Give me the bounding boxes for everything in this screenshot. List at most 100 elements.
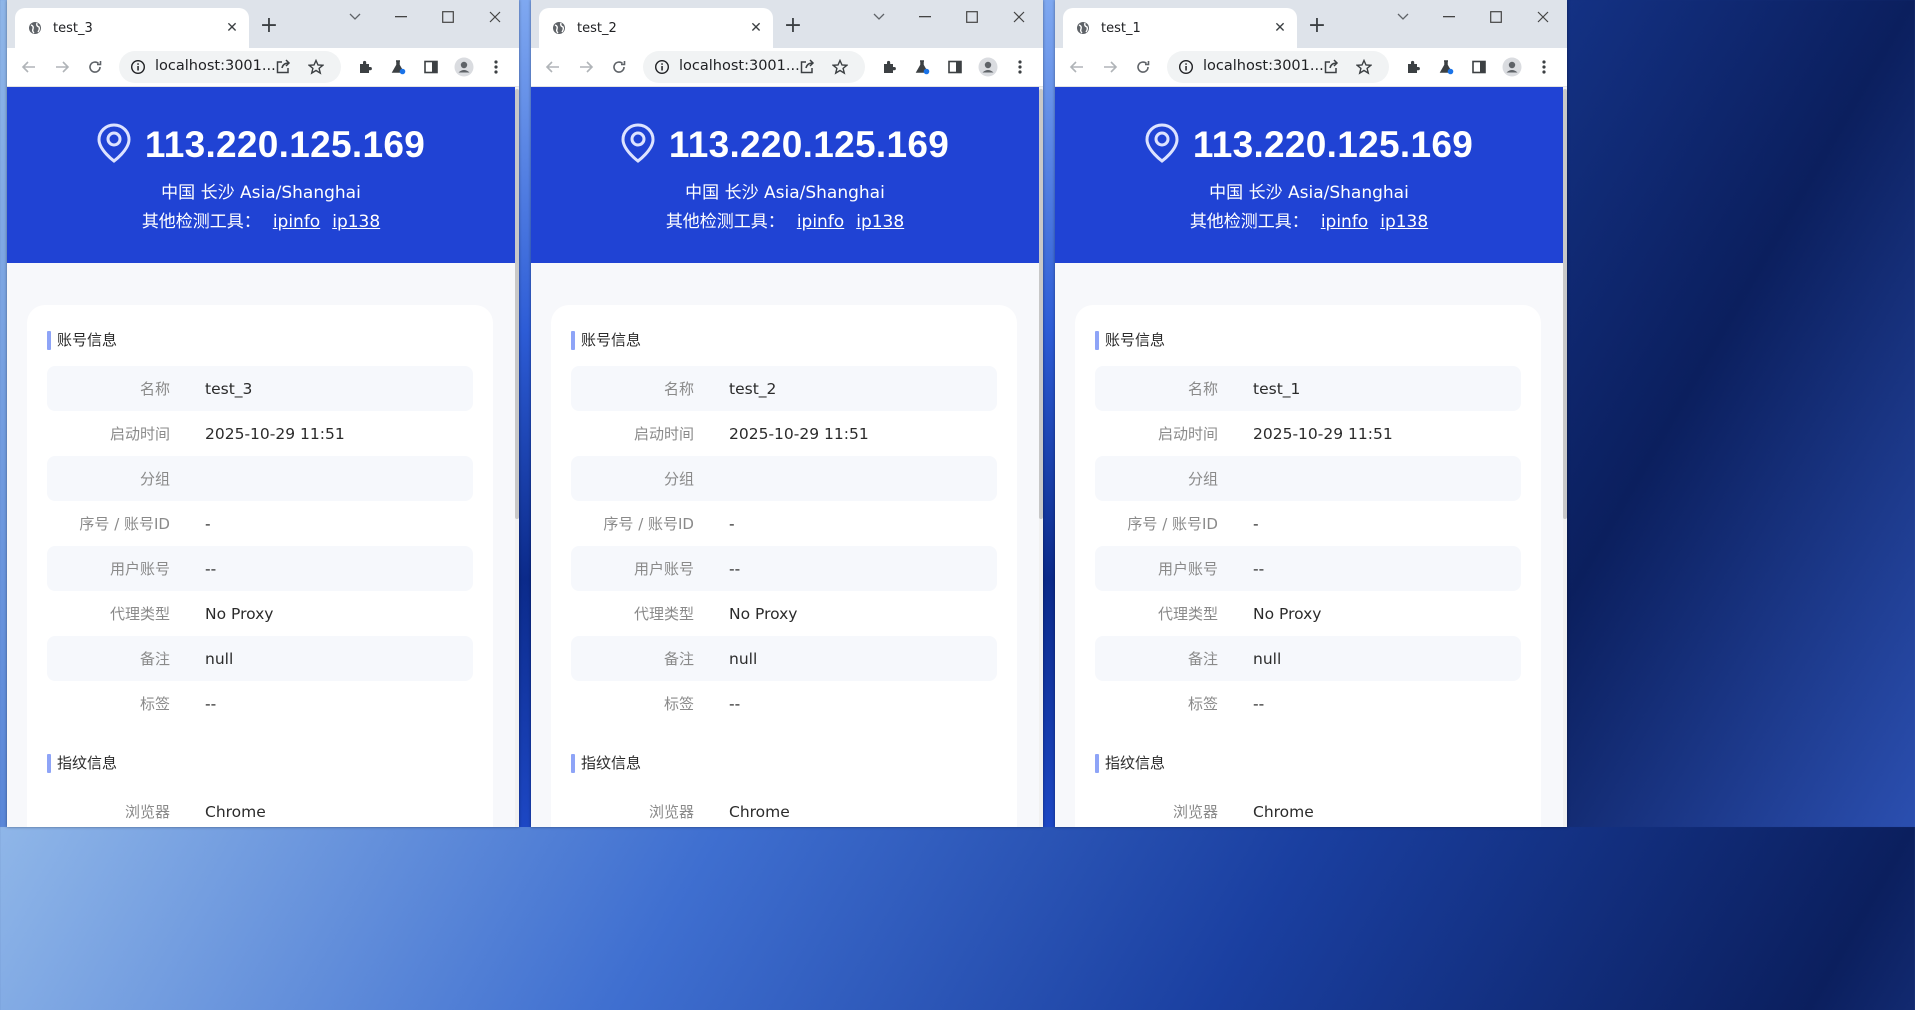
ip-address: 113.220.125.169: [1192, 124, 1474, 165]
minimize-icon[interactable]: [1435, 4, 1463, 30]
ipinfo-link[interactable]: ipinfo: [1321, 212, 1368, 232]
address-bar[interactable]: localhost:3001...: [119, 51, 341, 83]
close-window-icon[interactable]: [1005, 4, 1033, 30]
close-window-icon[interactable]: [481, 4, 509, 30]
profile-icon[interactable]: [977, 56, 999, 78]
row-value: null: [1253, 649, 1282, 668]
row-value: 2025-10-29 11:51: [205, 424, 345, 443]
extensions-icon[interactable]: [1402, 56, 1424, 78]
reload-icon[interactable]: [608, 56, 630, 78]
account-section-title: 账号信息: [571, 330, 641, 350]
ip138-link[interactable]: ip138: [332, 212, 380, 232]
row-value: 2025-10-29 11:51: [729, 424, 869, 443]
info-row: 分组: [1095, 456, 1521, 501]
back-icon[interactable]: [542, 56, 564, 78]
share-icon[interactable]: [1320, 56, 1342, 78]
page-content: 113.220.125.169 中国 长沙 Asia/Shanghai 其他检测…: [531, 87, 1039, 827]
reload-icon[interactable]: [1132, 56, 1154, 78]
browser-tab[interactable]: test_1 ✕: [1063, 8, 1297, 48]
menu-icon[interactable]: [1533, 56, 1555, 78]
info-row: 启动时间 2025-10-29 11:51: [571, 411, 997, 456]
address-bar[interactable]: localhost:3001...: [1167, 51, 1389, 83]
ip138-link[interactable]: ip138: [856, 212, 904, 232]
minimize-icon[interactable]: [387, 4, 415, 30]
chevron-down-icon[interactable]: [1389, 4, 1417, 30]
maximize-icon[interactable]: [958, 4, 986, 30]
reload-icon[interactable]: [84, 56, 106, 78]
row-label: 序号 / 账号ID: [79, 515, 170, 533]
flask-icon[interactable]: [911, 56, 933, 78]
extensions-icon[interactable]: [878, 56, 900, 78]
forward-icon[interactable]: [51, 56, 73, 78]
close-window-icon[interactable]: [1529, 4, 1557, 30]
forward-icon[interactable]: [575, 56, 597, 78]
back-icon[interactable]: [18, 56, 40, 78]
maximize-icon[interactable]: [434, 4, 462, 30]
map-pin-icon: [1145, 123, 1179, 167]
info-icon[interactable]: [651, 56, 673, 78]
info-row: 分组: [47, 456, 473, 501]
sidepanel-icon[interactable]: [1468, 56, 1490, 78]
row-value: 2025-10-29 11:51: [1253, 424, 1393, 443]
plus-icon[interactable]: +: [780, 12, 806, 40]
row-value: No Proxy: [1253, 604, 1322, 623]
back-icon[interactable]: [1066, 56, 1088, 78]
scrollbar[interactable]: [1563, 87, 1567, 827]
share-icon[interactable]: [796, 56, 818, 78]
plus-icon[interactable]: +: [256, 12, 282, 40]
menu-icon[interactable]: [485, 56, 507, 78]
menu-icon[interactable]: [1009, 56, 1031, 78]
extensions-icon[interactable]: [354, 56, 376, 78]
browser-toolbar: localhost:3001...: [7, 48, 519, 87]
flask-icon[interactable]: [387, 56, 409, 78]
maximize-icon[interactable]: [1482, 4, 1510, 30]
globe-icon: [1076, 21, 1090, 35]
ip-address: 113.220.125.169: [144, 124, 426, 165]
info-row: 标签 --: [571, 681, 997, 726]
info-row: 启动时间 2025-10-29 11:51: [47, 411, 473, 456]
info-icon[interactable]: [127, 56, 149, 78]
star-icon[interactable]: [829, 56, 851, 78]
row-label: 启动时间: [109, 425, 170, 443]
plus-icon[interactable]: +: [1304, 12, 1330, 40]
ip138-link[interactable]: ip138: [1380, 212, 1428, 232]
browser-tab[interactable]: test_3 ✕: [15, 8, 249, 48]
globe-icon: [552, 21, 566, 35]
chevron-down-icon[interactable]: [341, 4, 369, 30]
other-tools: 其他检测工具： ipinfo ip138: [531, 207, 1039, 232]
info-icon[interactable]: [1175, 56, 1197, 78]
close-icon[interactable]: ✕: [745, 20, 767, 36]
forward-icon[interactable]: [1099, 56, 1121, 78]
fingerprint-section-title: 指纹信息: [571, 753, 641, 773]
info-row: 分组: [571, 456, 997, 501]
ipinfo-link[interactable]: ipinfo: [273, 212, 320, 232]
globe-icon: [28, 21, 42, 35]
close-icon[interactable]: ✕: [221, 20, 243, 36]
scrollbar-thumb[interactable]: [1563, 89, 1567, 519]
other-tools-label: 其他检测工具：: [665, 212, 785, 232]
browser-window-test_3: test_3 ✕ + localhost:3001... 113.220.125…: [7, 0, 519, 827]
scrollbar[interactable]: [515, 87, 519, 827]
url-text: localhost:3001...: [679, 58, 800, 74]
sidepanel-icon[interactable]: [420, 56, 442, 78]
scrollbar-thumb[interactable]: [515, 89, 519, 519]
share-icon[interactable]: [272, 56, 294, 78]
address-bar[interactable]: localhost:3001...: [643, 51, 865, 83]
profile-icon[interactable]: [1501, 56, 1523, 78]
close-icon[interactable]: ✕: [1269, 20, 1291, 36]
browser-tab[interactable]: test_2 ✕: [539, 8, 773, 48]
row-label: 代理类型: [109, 605, 170, 623]
flask-icon[interactable]: [1435, 56, 1457, 78]
row-label: 代理类型: [633, 605, 694, 623]
profile-icon[interactable]: [453, 56, 475, 78]
star-icon[interactable]: [305, 56, 327, 78]
minimize-icon[interactable]: [911, 4, 939, 30]
ipinfo-link[interactable]: ipinfo: [797, 212, 844, 232]
scrollbar[interactable]: [1039, 87, 1043, 827]
scrollbar-thumb[interactable]: [1039, 89, 1043, 519]
chevron-down-icon[interactable]: [865, 4, 893, 30]
sidepanel-icon[interactable]: [944, 56, 966, 78]
star-icon[interactable]: [1353, 56, 1375, 78]
row-value: --: [205, 559, 217, 578]
row-value: -: [729, 514, 735, 533]
